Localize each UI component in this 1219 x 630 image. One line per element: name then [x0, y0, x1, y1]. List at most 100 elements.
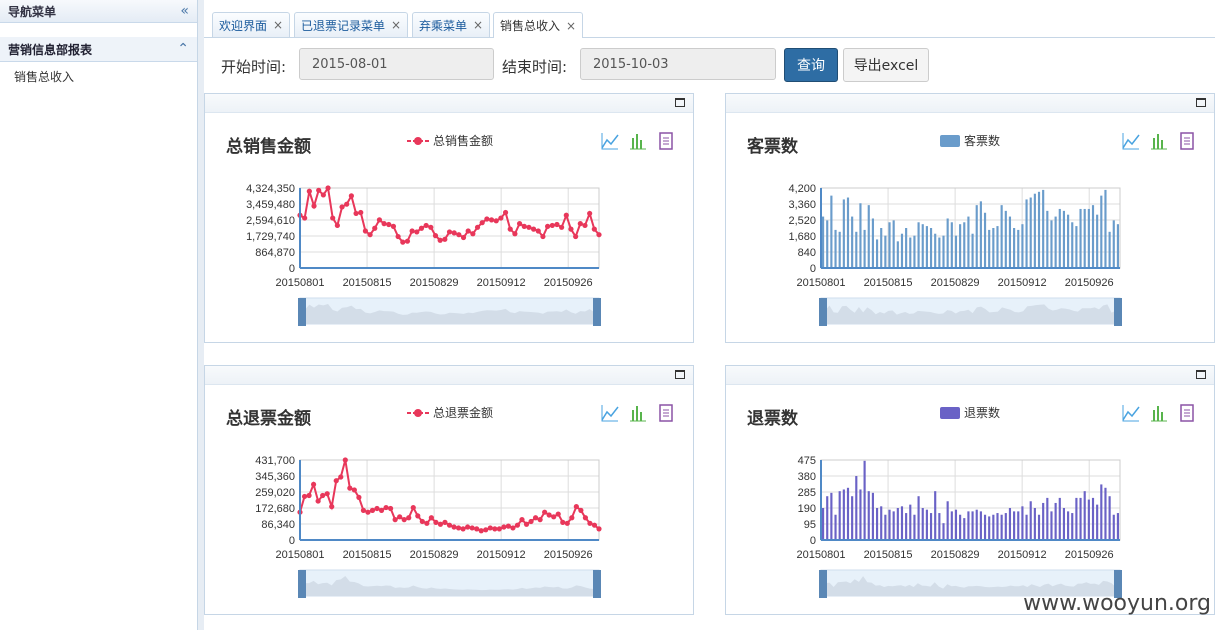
data-point	[479, 220, 485, 226]
data-view-icon[interactable]	[1178, 404, 1196, 422]
bar	[1004, 210, 1007, 268]
line-chart-icon[interactable]	[1122, 132, 1140, 150]
maximize-icon[interactable]	[1196, 98, 1206, 107]
data-point	[339, 204, 345, 210]
data-point	[474, 224, 481, 230]
bar-chart-icon[interactable]	[629, 404, 647, 422]
bar	[830, 195, 833, 268]
end-time-label: 结束时间:	[502, 58, 568, 76]
end-date-input[interactable]: 2015-10-03	[580, 48, 776, 80]
x-tick-label: 20150815	[864, 277, 913, 289]
data-view-icon[interactable]	[657, 404, 675, 422]
bar	[859, 203, 862, 268]
data-point	[596, 526, 602, 532]
line-chart-icon[interactable]	[1122, 404, 1140, 422]
bar	[929, 513, 933, 540]
tab-abandon[interactable]: 弃乘菜单 ×	[412, 12, 491, 37]
data-point	[591, 522, 598, 528]
y-tick-label: 840	[798, 247, 816, 259]
export-excel-button[interactable]: 导出excel	[843, 48, 929, 82]
x-tick-label: 20150912	[998, 277, 1047, 289]
close-icon[interactable]: ×	[391, 18, 401, 32]
data-point	[591, 226, 597, 232]
legend-line-swatch	[407, 136, 429, 145]
data-point	[404, 238, 411, 244]
data-point	[428, 515, 434, 521]
data-point	[523, 521, 530, 527]
y-tick-label: 431,700	[255, 455, 295, 467]
chart-title: 退票数	[747, 409, 798, 429]
section-header[interactable]: 营销信息部报表 ⌃	[0, 37, 197, 62]
data-point	[577, 221, 583, 227]
data-point	[568, 226, 574, 232]
data-point	[498, 215, 504, 221]
close-icon[interactable]: ×	[566, 19, 576, 33]
data-point	[526, 224, 532, 230]
chart-plot[interactable]: 4,200 3,360 2,520 1,680 840 0 20150801 20150815…	[726, 174, 1216, 334]
x-tick-label: 20150815	[343, 277, 392, 289]
line-chart-icon[interactable]	[601, 132, 619, 150]
bar	[1112, 220, 1115, 268]
data-point	[555, 511, 561, 517]
data-point	[512, 231, 518, 237]
bar	[851, 496, 854, 540]
bar	[1037, 191, 1041, 268]
legend-label: 退票数	[964, 406, 1001, 420]
sidebar-item-sales-revenue[interactable]: 销售总收入	[0, 62, 197, 91]
bar	[929, 228, 933, 268]
bar	[946, 501, 949, 540]
bar	[822, 508, 825, 540]
collapse-up-icon[interactable]: ⌃	[177, 41, 189, 57]
y-tick-label: 3,360	[788, 199, 816, 211]
tab-welcome[interactable]: 欢迎界面 ×	[212, 12, 291, 37]
data-point	[573, 504, 579, 510]
collapse-left-icon[interactable]: «	[180, 3, 189, 19]
data-point	[549, 222, 555, 229]
maximize-icon[interactable]	[1196, 370, 1206, 379]
data-view-icon[interactable]	[1178, 132, 1196, 150]
tab-sales-revenue[interactable]: 销售总收入 ×	[493, 12, 584, 38]
data-point	[465, 524, 471, 530]
bar	[988, 516, 991, 540]
y-tick-label: 172,680	[255, 503, 295, 515]
bar-chart-icon[interactable]	[629, 132, 647, 150]
chart-plot[interactable]: 431,700 345,360 259,020 172,680 86,340 0 20150…	[205, 446, 695, 606]
bar	[1104, 487, 1107, 540]
chart-legend[interactable]: 总退票金额	[407, 404, 493, 421]
line-chart-icon[interactable]	[601, 404, 619, 422]
start-date-input[interactable]: 2015-08-01	[299, 48, 494, 80]
data-view-icon[interactable]	[657, 132, 675, 150]
data-point	[381, 221, 387, 227]
bar	[896, 508, 899, 540]
bar	[900, 506, 904, 540]
close-icon[interactable]: ×	[473, 18, 483, 32]
bar	[826, 220, 829, 268]
bar-chart-icon[interactable]	[1150, 132, 1168, 150]
bar	[938, 237, 941, 268]
chart-legend[interactable]: 总销售金额	[407, 132, 493, 149]
chart-legend[interactable]: 退票数	[940, 404, 1000, 421]
data-point	[456, 232, 462, 238]
plot-border	[820, 459, 1121, 541]
tab-label: 弃乘菜单	[419, 18, 468, 33]
bar	[871, 492, 874, 540]
data-point	[310, 481, 317, 488]
chart-legend[interactable]: 客票数	[940, 132, 1000, 149]
close-icon[interactable]: ×	[273, 18, 283, 32]
bar	[1075, 497, 1078, 540]
chart-plot[interactable]: 475 380 285 190 95 0 20150801 20150815 20150829 2…	[726, 446, 1216, 606]
x-tick-label: 20150926	[1065, 277, 1114, 289]
query-button[interactable]: 查询	[784, 48, 838, 82]
data-point	[470, 231, 476, 237]
chart-plot[interactable]: 4,324,350 3,459,480 2,594,610 1,729,740 864,…	[205, 174, 695, 334]
data-point	[519, 517, 525, 523]
maximize-icon[interactable]	[675, 370, 685, 379]
bar	[900, 233, 904, 268]
data-point	[369, 507, 376, 513]
maximize-icon[interactable]	[675, 98, 685, 107]
x-tick-label: 20150926	[1065, 549, 1114, 561]
bar-chart-icon[interactable]	[1150, 404, 1168, 422]
zoom-handle-left	[298, 298, 306, 326]
data-point	[302, 215, 308, 221]
tab-refund-records[interactable]: 已退票记录菜单 ×	[294, 12, 409, 37]
